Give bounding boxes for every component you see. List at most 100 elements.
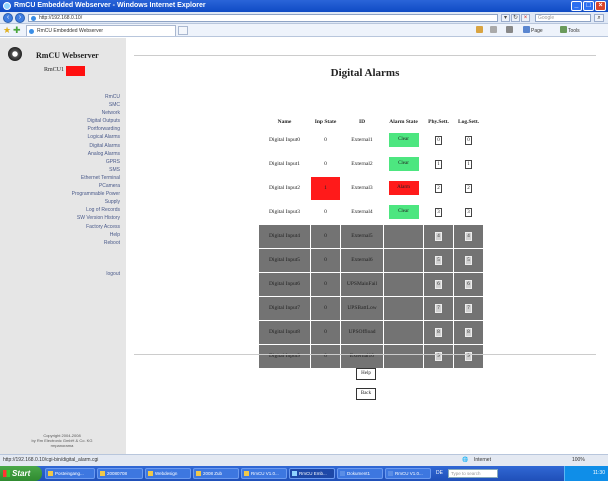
sidebar-link-programmable-power[interactable]: Programmable Power [72,190,120,198]
sidebar-link-logical-alarms[interactable]: Logical Alarms [72,133,120,141]
cell-id: UPSOffload [340,319,384,345]
cell-id: External5 [340,223,384,249]
sidebar-link-help[interactable]: Help [72,231,120,239]
cell-log-sett: 9 [453,343,484,369]
taskbar-item[interactable]: Posteingang... [45,468,95,479]
phy-sett-input[interactable]: 8 [435,327,442,337]
cell-phy-sett: 9 [423,343,454,369]
language-indicator[interactable]: DE [436,470,443,476]
new-tab-button[interactable] [178,26,188,35]
cell-phy-sett: 5 [423,247,454,273]
phy-sett-input[interactable]: 3 [435,207,442,217]
cell-name: Digital Input8 [258,319,311,345]
taskbar-search-input[interactable]: Type to search [448,469,498,478]
cell-log-sett: 4 [453,223,484,249]
cell-inp-state: 0 [310,127,341,153]
sidebar-link-rmcu[interactable]: RmCU [72,93,120,101]
cell-inp-state: 0 [310,223,341,249]
sidebar-link-sms[interactable]: SMS [72,166,120,174]
dropdown-icon[interactable]: ▾ [501,14,510,22]
close-button[interactable]: × [595,1,606,11]
phy-sett-input[interactable]: 5 [435,255,442,265]
favorites-star-icon[interactable]: ★ [3,25,11,35]
sidebar-link-supply[interactable]: Supply [72,198,120,206]
refresh-icon[interactable]: ↻ [511,14,520,22]
search-icon[interactable]: ⌕ [594,14,604,22]
cell-log-sett: 5 [453,247,484,273]
log-sett-input[interactable]: 9 [465,351,472,361]
sidebar-link-gprs[interactable]: GPRS [72,158,120,166]
log-sett-input[interactable]: 0 [465,135,472,145]
phy-sett-input[interactable]: 7 [435,303,442,313]
stop-icon[interactable]: × [521,14,530,22]
log-sett-input[interactable]: 2 [465,183,472,193]
phy-sett-input[interactable]: 6 [435,279,442,289]
sidebar-link-analog-alarms[interactable]: Analog Alarms [72,150,120,158]
page-menu[interactable]: Page [523,26,543,36]
taskbar-item-active[interactable]: RmCU Emb... [289,468,335,479]
cell-inp-state: 0 [310,319,341,345]
home-icon[interactable] [476,26,484,36]
print-icon[interactable] [506,26,514,36]
help-button[interactable]: Help [356,368,376,380]
log-sett-input[interactable]: 5 [465,255,472,265]
log-sett-input[interactable]: 4 [465,231,472,241]
taskbar-item[interactable]: Webdesign [145,468,191,479]
cell-name: Digital Input3 [258,199,311,225]
sidebar-link-reboot[interactable]: Reboot [72,239,120,247]
log-sett-input[interactable]: 6 [465,279,472,289]
zoom-level[interactable]: 100% [572,455,585,466]
phy-sett-input[interactable]: 9 [435,351,442,361]
log-sett-input[interactable]: 7 [465,303,472,313]
cell-alarm-state [383,343,424,369]
feeds-icon[interactable] [490,26,498,36]
cell-alarm-state [383,247,424,273]
phy-sett-input[interactable]: 1 [435,159,442,169]
log-sett-input[interactable]: 8 [465,327,472,337]
cell-inp-state: 1 [310,175,341,201]
start-button[interactable]: Start [0,466,42,481]
sidebar-link-factory-access[interactable]: Factory Access [72,223,120,231]
tab-toolbar: ★ ✚ RmCU Embedded Webserver Page Tools [0,24,608,37]
phy-sett-input[interactable]: 4 [435,231,442,241]
back-button[interactable]: Back [356,388,376,400]
sidebar-link-pcamera[interactable]: PCamera [72,182,120,190]
alarm-state-badge: Clear [388,157,419,171]
back-nav-icon[interactable]: ‹ [3,13,13,23]
minimize-button[interactable]: _ [571,1,582,11]
internet-zone-icon: 🌐 [462,457,469,463]
log-sett-input[interactable]: 1 [465,159,472,169]
main-panel: Digital Alarms Name Inp State ID Alarm S… [134,38,608,454]
log-sett-input[interactable]: 3 [465,207,472,217]
phy-sett-input[interactable]: 0 [435,135,442,145]
column-header-id: ID [340,117,384,128]
taskbar-item[interactable]: RmCU V1.0... [241,468,287,479]
taskbar-item[interactable]: RmCU V1.0... [385,468,431,479]
maximize-button[interactable]: □ [583,1,594,11]
sidebar-link-log-of-records[interactable]: Log of Records [72,206,120,214]
taskbar-item[interactable]: Dokument1 [337,468,383,479]
cell-log-sett: 8 [453,319,484,345]
clock: 11:30 [592,470,605,476]
sidebar-link-ethernet-terminal[interactable]: Ethernet Terminal [72,174,120,182]
cell-name: Digital Input9 [258,343,311,369]
divider [134,354,596,355]
logout-link[interactable]: logout [106,271,120,277]
sidebar-link-smc[interactable]: SMC [72,101,120,109]
taskbar-item[interactable]: 2008 Zub [193,468,239,479]
tools-menu[interactable]: Tools [560,26,580,36]
search-input[interactable]: Google [535,14,591,22]
forward-nav-icon[interactable]: › [15,13,25,23]
address-input[interactable]: http://192.168.0.10/ [28,14,498,22]
taskbar-item[interactable]: 20080708 [97,468,143,479]
sidebar-link-sw-version-history[interactable]: SW Version History [72,214,120,222]
sidebar-link-portforwarding[interactable]: Portforwarding [72,125,120,133]
phy-sett-input[interactable]: 2 [435,183,442,193]
add-favorite-icon[interactable]: ✚ [13,25,21,35]
browser-tab[interactable]: RmCU Embedded Webserver [26,25,176,36]
sidebar-link-digital-alarms[interactable]: Digital Alarms [72,142,120,150]
sidebar-link-digital-outputs[interactable]: Digital Outputs [72,117,120,125]
column-header-name: Name [258,117,311,128]
table-row: Digital Input2 1 External3 Alarm 2 2 [258,175,484,201]
sidebar-link-network[interactable]: Network [72,109,120,117]
